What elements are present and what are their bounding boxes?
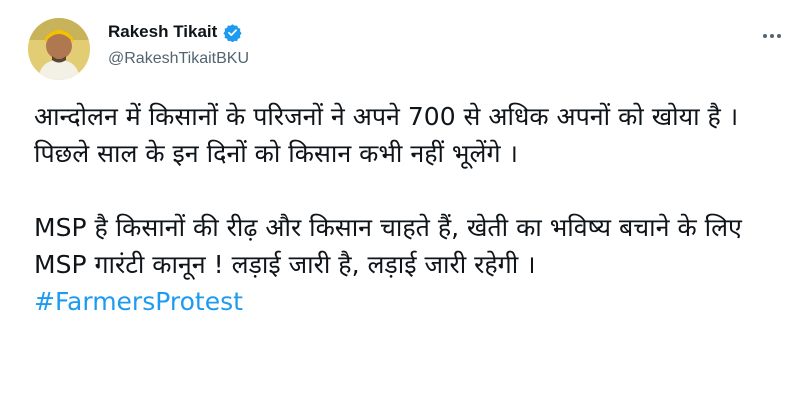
tweet-paragraph-2: MSP है किसानों की रीढ़ और किसान चाहते है… xyxy=(34,213,750,279)
author-handle[interactable]: @RakeshTikaitBKU xyxy=(108,50,249,68)
tweet-text: आन्दोलन में किसानों के परिजनों ने अपने 7… xyxy=(34,98,774,320)
avatar[interactable] xyxy=(28,18,90,80)
tweet-paragraph-1: आन्दोलन में किसानों के परिजनों ने अपने 7… xyxy=(34,102,747,168)
author-name[interactable]: Rakesh Tikait xyxy=(108,22,217,42)
tweet-card: Rakesh Tikait @RakeshTikaitBKU आन्दोलन म… xyxy=(0,0,800,410)
more-horizontal-icon xyxy=(763,34,767,38)
verified-badge-icon xyxy=(223,23,242,42)
more-horizontal-icon xyxy=(770,34,774,38)
more-horizontal-icon xyxy=(777,34,781,38)
avatar-image xyxy=(28,18,90,80)
more-options-button[interactable] xyxy=(758,26,786,46)
hashtag-link[interactable]: #FarmersProtest xyxy=(34,283,774,320)
author-row: Rakesh Tikait xyxy=(108,22,242,42)
